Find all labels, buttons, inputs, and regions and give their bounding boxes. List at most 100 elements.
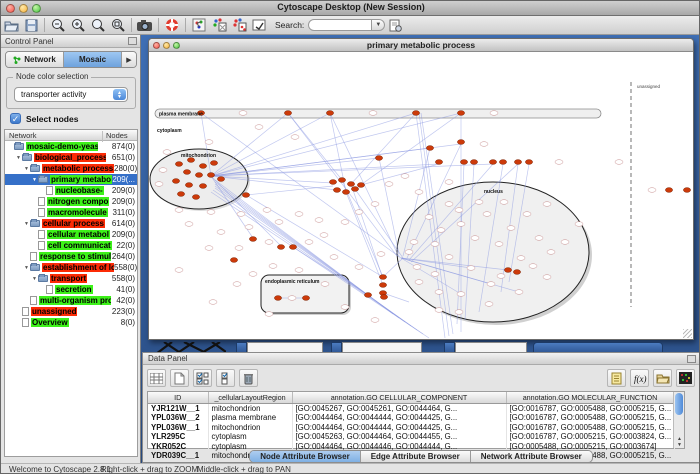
node-small[interactable] <box>487 282 495 287</box>
node-selected-orange[interactable] <box>380 295 387 300</box>
node-selected-orange[interactable] <box>489 160 496 165</box>
float-data-panel-icon[interactable] <box>687 355 696 363</box>
node-selected-orange[interactable] <box>364 293 371 298</box>
tree-row[interactable]: ▼metabolic process280(0) <box>5 163 137 174</box>
node-selected-orange[interactable] <box>375 156 382 161</box>
zoom-in-icon[interactable] <box>68 17 88 34</box>
node-small[interactable] <box>471 236 479 241</box>
attribute-table-icon[interactable] <box>147 369 166 387</box>
table-cell[interactable]: mitochondrion <box>208 404 292 414</box>
node-small[interactable] <box>561 240 569 245</box>
node-small[interactable] <box>500 200 508 205</box>
tree-row[interactable]: mosaic-demo-yeast874(0) <box>5 141 137 152</box>
node-small[interactable] <box>480 142 488 147</box>
node-selected-orange[interactable] <box>199 184 206 189</box>
node-selected-orange[interactable] <box>230 258 237 263</box>
copy-network-icon[interactable] <box>209 17 229 34</box>
node-small[interactable] <box>415 280 423 285</box>
node-selected-orange[interactable] <box>665 188 672 193</box>
node-small[interactable] <box>233 282 241 287</box>
node-selected-orange[interactable] <box>338 178 345 183</box>
unselect-attributes-icon[interactable] <box>216 369 235 387</box>
tab-mosaic[interactable]: Mosaic <box>64 52 122 67</box>
tree-row[interactable]: response to stimul264(0) <box>5 251 137 262</box>
node-small[interactable] <box>371 202 379 207</box>
node-small[interactable] <box>255 125 263 130</box>
node-small[interactable] <box>320 233 328 238</box>
node-small[interactable] <box>435 308 443 313</box>
node-selected-orange[interactable] <box>351 187 358 192</box>
table-cell[interactable]: YPL036W__2 <box>148 413 208 423</box>
node-small[interactable] <box>245 225 253 230</box>
node-small[interactable] <box>175 268 183 273</box>
tree-row[interactable]: cell communicat22(0) <box>5 240 137 251</box>
node-small[interactable] <box>291 135 299 140</box>
node-selected-orange[interactable] <box>412 111 419 116</box>
tab-edge-attribute-browser[interactable]: Edge Attribute Browser <box>361 451 471 462</box>
node-selected-orange[interactable] <box>435 160 442 165</box>
tree-expander-icon[interactable]: ▼ <box>31 276 38 282</box>
node-small[interactable] <box>315 218 323 223</box>
tree-row[interactable]: macromolecule311(0) <box>5 207 137 218</box>
table-row[interactable]: YJR121W__1mitochondrion[GO:0045267, GO:0… <box>148 404 674 414</box>
node-small[interactable] <box>517 256 525 261</box>
zoom-out-icon[interactable] <box>48 17 68 34</box>
table-scrollbar-arrows[interactable]: ▲▼ <box>674 436 685 448</box>
network-canvas[interactable]: plasma membranecytoplasmmitochondrionnuc… <box>149 52 693 339</box>
node-small[interactable] <box>413 265 421 270</box>
table-row[interactable]: YPL036W__2plasma membrane[GO:0044464, GO… <box>148 413 674 423</box>
node-selected-orange[interactable] <box>195 173 202 178</box>
tree-row[interactable]: ▼cellular process614(0) <box>5 218 137 229</box>
node-small[interactable] <box>371 318 379 323</box>
node-small[interactable] <box>425 215 433 220</box>
node-small[interactable] <box>648 188 656 193</box>
tab-node-attribute-browser[interactable]: Node Attribute Browser <box>250 451 361 462</box>
node-selected-orange[interactable] <box>513 270 520 275</box>
node-selected-orange[interactable] <box>199 164 206 169</box>
node-selected-orange[interactable] <box>210 161 217 166</box>
node-small[interactable] <box>457 222 465 227</box>
import-annotation-icon[interactable] <box>249 17 269 34</box>
node-small[interactable] <box>355 210 363 215</box>
tree-expander-icon[interactable]: ▼ <box>23 265 30 271</box>
tree-row[interactable]: secretion41(0) <box>5 284 137 295</box>
node-selected-orange[interactable] <box>192 195 199 200</box>
node-selected-orange[interactable] <box>177 192 184 197</box>
node-small[interactable] <box>295 212 303 217</box>
node-small[interactable] <box>175 208 183 213</box>
node-selected-orange[interactable] <box>175 162 182 167</box>
table-cell[interactable]: [GO:0045263, GO:0044464, GO:0044455, G..… <box>292 432 506 442</box>
node-selected-orange[interactable] <box>207 173 214 178</box>
node-small[interactable] <box>575 222 583 227</box>
node-small[interactable] <box>455 310 463 315</box>
node-small[interactable] <box>321 282 329 287</box>
node-small[interactable] <box>385 182 393 187</box>
node-small[interactable] <box>515 290 523 295</box>
node-small[interactable] <box>483 212 491 217</box>
node-selected-orange[interactable] <box>499 160 506 165</box>
node-small[interactable] <box>163 150 171 155</box>
table-row[interactable]: YPL036W__1mitochondrion[GO:0044464, GO:0… <box>148 423 674 433</box>
tree-expander-icon[interactable]: ▼ <box>23 166 30 172</box>
tree-row[interactable]: ▼primary metabo209(... <box>5 174 137 185</box>
node-selected-orange[interactable] <box>426 146 433 151</box>
node-small[interactable] <box>455 208 463 213</box>
node-selected-orange[interactable] <box>683 188 690 193</box>
notepad-icon[interactable] <box>607 369 626 387</box>
table-cell[interactable]: plasma membrane <box>208 413 292 423</box>
node-small[interactable] <box>467 266 475 271</box>
table-cell[interactable]: cytoplasm <box>208 432 292 442</box>
node-selected-orange[interactable] <box>357 183 364 188</box>
table-cell[interactable]: YLR295C <box>148 432 208 442</box>
table-cell[interactable]: [GO:0044464, GO:0044444, GO:0044425, G..… <box>292 423 506 433</box>
node-selected-orange[interactable] <box>379 283 386 288</box>
node-selected-orange[interactable] <box>185 183 192 188</box>
node-small[interactable] <box>445 180 453 185</box>
table-cell[interactable]: [GO:0016787, GO:0005215, GO:0003824, G..… <box>506 432 674 442</box>
tree-row[interactable]: cellular metabol209(0) <box>5 229 137 240</box>
tree-row[interactable]: nitrogen compo209(0) <box>5 196 137 207</box>
node-small[interactable] <box>377 252 385 257</box>
tree-row[interactable]: ▼establishment of lo558(0) <box>5 262 137 273</box>
node-small[interactable] <box>547 250 555 255</box>
attribute-table-header-row[interactable]: ID_cellularLayoutRegionannotation.GO CEL… <box>148 392 674 404</box>
